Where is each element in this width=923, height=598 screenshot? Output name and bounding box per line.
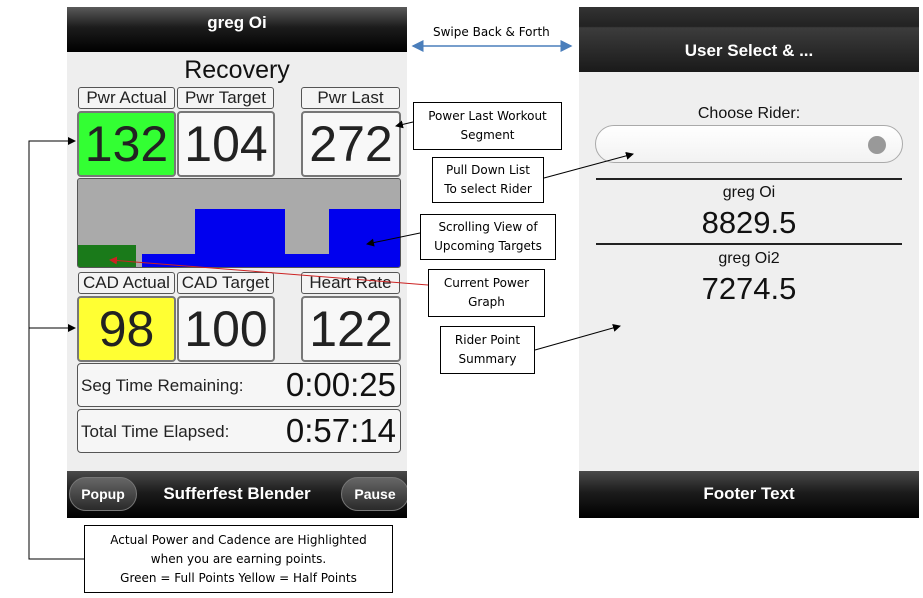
pwr-last-label: Pwr Last bbox=[301, 87, 400, 109]
total-time-box: Total Time Elapsed: 0:57:14 bbox=[77, 409, 401, 453]
segment-time-label: Seg Time Remaining: bbox=[81, 376, 244, 395]
current-power-bar bbox=[78, 245, 136, 267]
divider bbox=[596, 243, 902, 245]
user-select-screen: User Select & ... Choose Rider: greg Oi … bbox=[579, 7, 919, 518]
pwr-target-value: 104 bbox=[177, 111, 275, 177]
workout-screen: greg Oi Recovery Pwr Actual Pwr Target P… bbox=[67, 7, 407, 518]
current-power-annotation: Current Power Graph bbox=[428, 269, 545, 317]
annotation-line: To select Rider bbox=[444, 182, 532, 196]
segment-time-box: Seg Time Remaining: 0:00:25 bbox=[77, 363, 401, 407]
annotation-line: Graph bbox=[468, 295, 505, 309]
pwr-actual-value: 132 bbox=[77, 111, 176, 177]
footer-text: Footer Text bbox=[703, 484, 795, 503]
annotation-line: Rider Point bbox=[454, 333, 521, 347]
heart-rate-value: 122 bbox=[301, 296, 401, 362]
workout-name: Recovery bbox=[184, 56, 290, 84]
choose-rider-label: Choose Rider: bbox=[697, 105, 801, 122]
annotation-line: Segment bbox=[460, 128, 515, 142]
annotation-line: Actual Power and Cadence are Highlighted bbox=[110, 532, 367, 547]
annotation-line: Summary bbox=[458, 352, 517, 366]
rider-points: 8829.5 bbox=[701, 205, 797, 240]
rider-points: 7274.5 bbox=[701, 271, 797, 306]
pull-down-annotation: Pull Down List To select Rider bbox=[432, 157, 544, 203]
rider-picker[interactable] bbox=[595, 125, 903, 163]
swipe-annotation: Swipe Back & Forth bbox=[433, 25, 550, 39]
cad-actual-value: 98 bbox=[77, 296, 176, 362]
rider-name-title: greg Oi bbox=[207, 13, 267, 32]
heart-rate-label: Heart Rate bbox=[301, 272, 400, 294]
target-bar bbox=[285, 254, 329, 267]
bottom-bar: Popup Sufferfest Blender Pause bbox=[67, 471, 407, 518]
annotation-line: Current Power bbox=[443, 276, 530, 290]
cad-target-label: CAD Target bbox=[177, 272, 274, 294]
annotation-line: Pull Down List bbox=[446, 163, 530, 177]
picker-knob-icon bbox=[868, 136, 886, 154]
total-time-value: 0:57:14 bbox=[285, 412, 396, 449]
segment-time-value: 0:00:25 bbox=[285, 366, 396, 403]
rider-summary-annotation: Rider Point Summary bbox=[440, 326, 535, 374]
target-bar bbox=[329, 209, 400, 267]
annotation-line: when you are earning points. bbox=[150, 551, 327, 566]
pwr-actual-label: Pwr Actual bbox=[78, 87, 175, 109]
pause-button[interactable]: Pause bbox=[341, 477, 407, 511]
annotation-line: Green = Full Points Yellow = Half Points bbox=[120, 570, 357, 585]
power-last-annotation: Power Last Workout Segment bbox=[413, 102, 562, 150]
highlight-annotation: Actual Power and Cadence are Highlighted… bbox=[84, 525, 393, 593]
pwr-last-value: 272 bbox=[301, 111, 401, 177]
annotation-line: Power Last Workout bbox=[428, 109, 547, 123]
target-bar bbox=[195, 209, 285, 267]
cad-actual-label: CAD Actual bbox=[78, 272, 175, 294]
annotation-line: Scrolling View of bbox=[438, 220, 538, 234]
scrolling-annotation: Scrolling View of Upcoming Targets bbox=[420, 214, 556, 260]
cad-target-value: 100 bbox=[177, 296, 275, 362]
target-graph bbox=[77, 178, 401, 268]
top-bar: User Select & ... bbox=[579, 7, 919, 72]
total-time-label: Total Time Elapsed: bbox=[81, 422, 230, 441]
annotation-line: Upcoming Targets bbox=[434, 239, 542, 253]
pwr-target-label: Pwr Target bbox=[177, 87, 274, 109]
rider-name: greg Oi bbox=[722, 184, 776, 201]
top-bar: greg Oi bbox=[67, 7, 407, 52]
bottom-bar: Footer Text bbox=[579, 471, 919, 518]
screen-title: User Select & ... bbox=[684, 41, 814, 60]
rider-name: greg Oi2 bbox=[718, 250, 780, 267]
target-bar bbox=[142, 254, 196, 267]
divider bbox=[596, 178, 902, 180]
